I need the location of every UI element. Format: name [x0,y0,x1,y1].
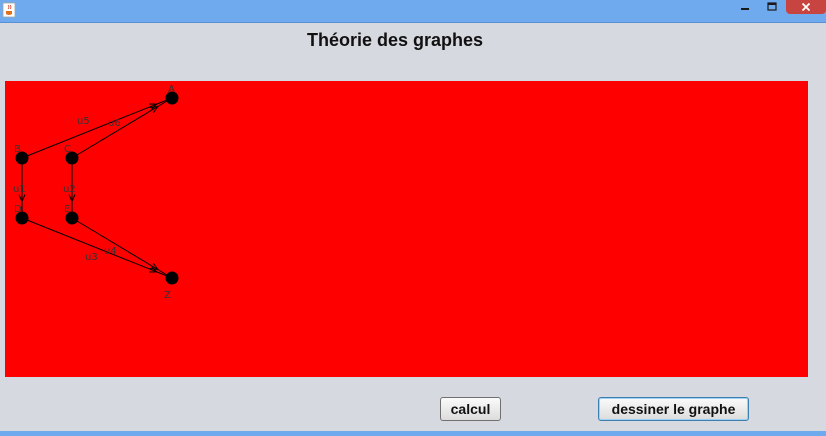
graph-node-Z[interactable] [165,271,179,285]
title-bar[interactable] [0,0,826,23]
draw-graph-button[interactable]: dessiner le graphe [598,397,749,421]
graph-drawing: u1 u2 u3 u4 u5 u6 A B C D E Z [13,84,179,301]
node-label-E: E [64,204,70,215]
maximize-button[interactable] [760,0,784,13]
edge-label-u4: u4 [104,246,117,257]
node-label-D: D [14,204,22,215]
edge-label-u5: u5 [77,116,90,127]
edge-label-u6: u6 [108,118,121,129]
page-title: Théorie des graphes [306,30,484,50]
edge-label-u1: u1 [13,184,26,195]
node-label-Z: Z [164,290,171,301]
minimize-button[interactable] [733,0,757,13]
window-bottom-border [0,431,826,436]
edge-label-u2: u2 [63,184,76,195]
close-icon [801,2,811,12]
node-label-C: C [64,144,71,155]
app-window: Théorie des graphes u1 u2 u3 u4 u5 u6 A B C D E Z c… [0,0,826,436]
graph-edge-u5 [21,97,173,159]
java-cup-icon [2,2,16,18]
close-button[interactable] [786,0,826,14]
node-label-A: A [168,84,175,95]
minimize-icon [741,7,749,10]
graph-canvas[interactable]: u1 u2 u3 u4 u5 u6 A B C D E Z [5,81,808,377]
graph-edge-u3 [21,217,173,279]
calcul-button[interactable]: calcul [440,397,501,421]
edge-label-u3: u3 [85,252,98,263]
maximize-icon [767,1,777,11]
node-label-B: B [14,144,21,155]
